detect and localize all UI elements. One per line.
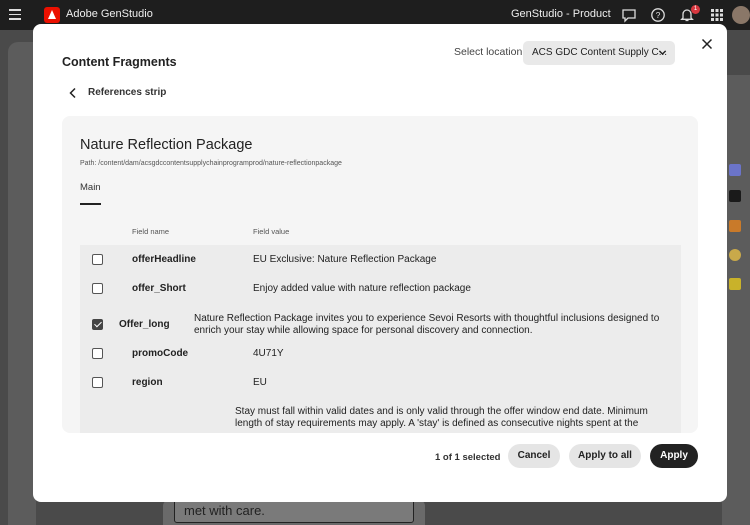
close-icon[interactable] [700,37,714,51]
tab-main[interactable]: Main [80,182,101,193]
notification-badge: 1 [691,5,700,14]
field-value: Stay must fall within valid dates and is… [235,406,648,429]
row-checkbox[interactable] [92,377,103,388]
cancel-button[interactable]: Cancel [508,444,560,468]
field-value: EU Exclusive: Nature Reflection Package [253,254,437,265]
svg-text:?: ? [656,10,661,20]
field-value: Enjoy added value with nature reflection… [253,283,471,294]
background-left-panel [8,42,36,525]
background-app-icon [729,164,741,176]
apply-button[interactable]: Apply [650,444,698,468]
field-value: 4U71Y [253,348,284,359]
field-value: EU [253,377,267,388]
back-link[interactable]: References strip [88,87,166,98]
fields-table: offerHeadline EU Exclusive: Nature Refle… [80,245,681,433]
location-label: Select location [454,46,523,58]
background-app-icon [729,278,741,290]
dialog-title: Content Fragments [62,55,177,69]
tab-selected-indicator [80,203,101,205]
feedback-icon[interactable] [621,7,637,23]
fragment-title: Nature Reflection Package [80,137,253,153]
apps-grid-icon[interactable] [709,7,725,23]
row-checkbox[interactable] [92,283,103,294]
field-name: region [132,377,163,388]
field-name: promoCode [132,348,189,359]
menu-icon[interactable] [9,9,21,20]
apply-to-all-button[interactable]: Apply to all [569,444,641,468]
location-select[interactable]: ACS GDC Content Supply C... [523,41,675,65]
avatar[interactable] [732,6,750,24]
field-name: Offer_long [119,319,170,330]
chevron-down-icon[interactable] [658,48,667,57]
background-app-icon [729,190,741,202]
field-value: Nature Reflection Package invites you to… [194,313,660,336]
fragment-panel: Nature Reflection Package Path: /content… [62,116,698,433]
background-app-icon [729,220,741,232]
adobe-logo-icon [44,7,60,23]
selection-count: 1 of 1 selected [435,452,501,463]
row-checkbox[interactable] [92,319,103,330]
column-header-field-value: Field value [253,227,290,236]
chevron-left-icon[interactable] [66,86,80,100]
help-icon[interactable]: ? [650,7,666,23]
row-checkbox[interactable] [92,348,103,359]
background-app-icon [729,249,741,261]
content-fragments-dialog: Content Fragments Select location ACS GD… [33,24,727,502]
fragment-path: Path: /content/dam/acsgdccontentsupplych… [80,160,342,167]
product-switcher[interactable]: GenStudio - Product [511,8,611,20]
app-title: Adobe GenStudio [66,8,153,20]
column-header-field-name: Field name [132,227,170,236]
row-checkbox[interactable] [92,254,103,265]
field-name: offer_Short [132,283,186,294]
field-name: offerHeadline [132,254,196,265]
